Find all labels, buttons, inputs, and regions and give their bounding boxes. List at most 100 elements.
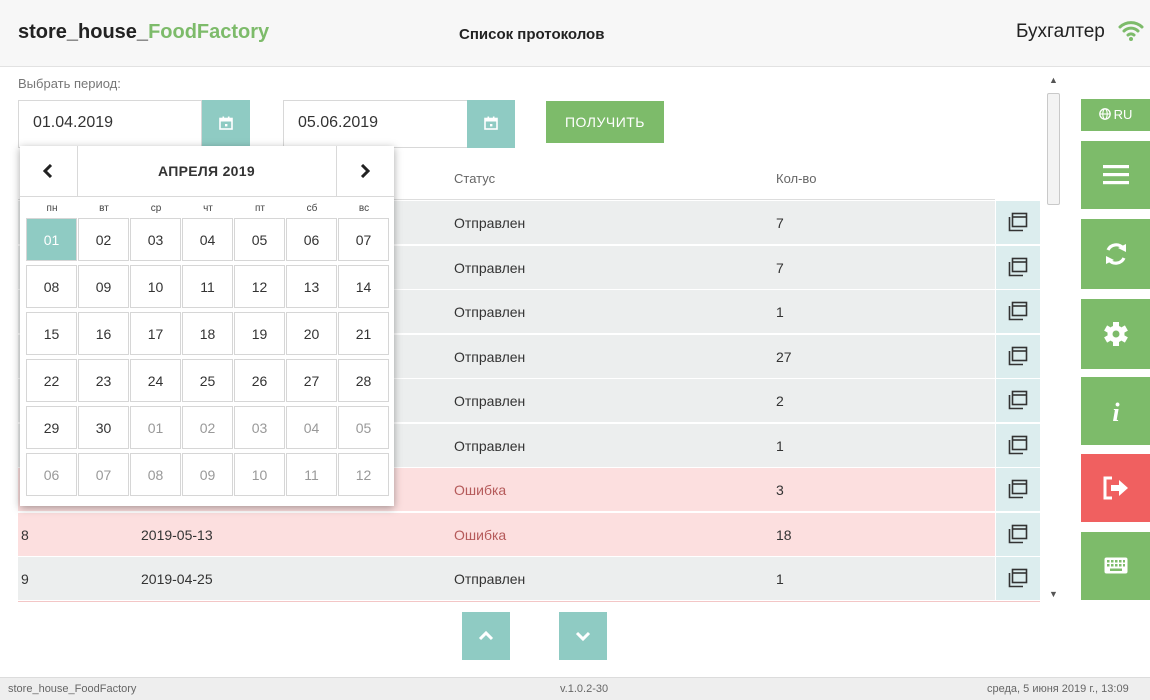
scroll-up-arrow[interactable]: ▲ [1049, 75, 1058, 85]
scrollbar-thumb[interactable] [1047, 93, 1060, 205]
refresh-button[interactable] [1081, 219, 1150, 289]
calendar-day[interactable]: 28 [338, 359, 389, 402]
calendar-day[interactable]: 15 [26, 312, 77, 355]
refresh-icon [1106, 243, 1126, 265]
documents-icon [1008, 568, 1028, 588]
menu-button[interactable] [1081, 141, 1150, 209]
calendar-day[interactable]: 01 [130, 406, 181, 449]
calendar-day[interactable]: 17 [130, 312, 181, 355]
row-status: Ошибка [454, 527, 507, 543]
calendar-day[interactable]: 08 [26, 265, 77, 308]
row-open-button[interactable] [996, 379, 1040, 423]
row-status: Отправлен [454, 215, 526, 231]
row-open-button[interactable] [996, 290, 1040, 334]
row-status: Ошибка [454, 482, 507, 498]
row-number: 8 [21, 527, 29, 543]
calendar-day[interactable]: 19 [234, 312, 285, 355]
column-header-status: Статус [454, 171, 496, 186]
page-down-button[interactable] [559, 612, 607, 660]
scroll-down-arrow[interactable]: ▼ [1049, 589, 1058, 599]
chevron-left-icon [43, 164, 53, 178]
row-open-button[interactable] [996, 513, 1040, 557]
prev-month-button[interactable] [20, 146, 78, 196]
row-open-button[interactable] [996, 201, 1040, 245]
calendar-day[interactable]: 04 [286, 406, 337, 449]
calendar-day[interactable]: 13 [286, 265, 337, 308]
row-open-button[interactable] [996, 557, 1040, 601]
row-status: Отправлен [454, 304, 526, 320]
calendar-day[interactable]: 18 [182, 312, 233, 355]
calendar-day[interactable]: 03 [130, 218, 181, 261]
weekday-label: сб [306, 203, 318, 214]
calendar-day[interactable]: 10 [130, 265, 181, 308]
app-title-accent: FoodFactory [148, 21, 270, 43]
calendar-day[interactable]: 24 [130, 359, 181, 402]
row-quantity: 18 [776, 527, 792, 543]
datepicker-popup: АПРЕЛЯ 2019 пн вт ср чт пт сб вс 01 02 03 04 05 06 0… [20, 146, 394, 506]
calendar-day[interactable]: 07 [78, 453, 129, 496]
calendar-day[interactable]: 07 [338, 218, 389, 261]
next-month-button[interactable] [336, 146, 395, 196]
weekday-label: вт [99, 203, 109, 214]
calendar-day[interactable]: 26 [234, 359, 285, 402]
calendar-day[interactable]: 11 [286, 453, 337, 496]
calendar-day[interactable]: 11 [182, 265, 233, 308]
calendar-day[interactable]: 01 [26, 218, 77, 261]
calendar-day[interactable]: 29 [26, 406, 77, 449]
logout-button[interactable] [1081, 454, 1150, 522]
row-open-button[interactable] [996, 424, 1040, 468]
calendar-day[interactable]: 08 [130, 453, 181, 496]
date-from-calendar-button[interactable] [202, 100, 250, 148]
calendar-day[interactable]: 09 [182, 453, 233, 496]
calendar-day[interactable]: 22 [26, 359, 77, 402]
calendar-day[interactable]: 05 [338, 406, 389, 449]
row-quantity: 3 [776, 482, 784, 498]
date-to-calendar-button[interactable] [467, 100, 515, 148]
documents-icon [1008, 435, 1028, 455]
info-icon: i [1112, 398, 1120, 425]
table-bottom-divider [18, 601, 1040, 602]
row-open-button[interactable] [996, 335, 1040, 379]
calendar-icon [219, 116, 233, 130]
calendar-day[interactable]: 03 [234, 406, 285, 449]
page-up-button[interactable] [462, 612, 510, 660]
calendar-day[interactable]: 25 [182, 359, 233, 402]
calendar-day[interactable]: 23 [78, 359, 129, 402]
calendar-day[interactable]: 12 [234, 265, 285, 308]
calendar-day[interactable]: 27 [286, 359, 337, 402]
calendar-day[interactable]: 21 [338, 312, 389, 355]
calendar-day[interactable]: 16 [78, 312, 129, 355]
row-open-button[interactable] [996, 468, 1040, 512]
calendar-day[interactable]: 06 [26, 453, 77, 496]
documents-icon [1008, 346, 1028, 366]
calendar-day[interactable]: 20 [286, 312, 337, 355]
calendar-day[interactable]: 30 [78, 406, 129, 449]
date-from-input[interactable]: 01.04.2019 [18, 100, 202, 148]
settings-button[interactable] [1081, 299, 1150, 369]
row-quantity: 27 [776, 349, 792, 365]
language-button[interactable]: RU [1081, 99, 1150, 131]
keyboard-button[interactable] [1081, 532, 1150, 600]
calendar-day[interactable]: 14 [338, 265, 389, 308]
table-row[interactable]: 8 2019-05-13 Ошибка 18 [18, 513, 995, 557]
row-open-button[interactable] [996, 246, 1040, 290]
info-button[interactable]: i [1081, 377, 1150, 445]
date-to-input[interactable]: 05.06.2019 [283, 100, 468, 148]
calendar-day[interactable]: 10 [234, 453, 285, 496]
calendar-day[interactable]: 05 [234, 218, 285, 261]
calendar-day[interactable]: 06 [286, 218, 337, 261]
calendar-day[interactable]: 09 [78, 265, 129, 308]
row-status: Отправлен [454, 260, 526, 276]
datepicker-month-title[interactable]: АПРЕЛЯ 2019 [77, 163, 336, 179]
row-date: 2019-05-13 [141, 527, 213, 543]
calendar-day[interactable]: 02 [78, 218, 129, 261]
get-button[interactable]: ПОЛУЧИТЬ [546, 101, 664, 143]
weekday-label: пт [255, 203, 265, 214]
chevron-up-icon [478, 630, 494, 641]
language-label: RU [1113, 107, 1133, 122]
table-row[interactable]: 9 2019-04-25 Отправлен 1 [18, 557, 995, 601]
calendar-day[interactable]: 12 [338, 453, 389, 496]
documents-icon [1008, 257, 1028, 277]
calendar-day[interactable]: 04 [182, 218, 233, 261]
calendar-day[interactable]: 02 [182, 406, 233, 449]
